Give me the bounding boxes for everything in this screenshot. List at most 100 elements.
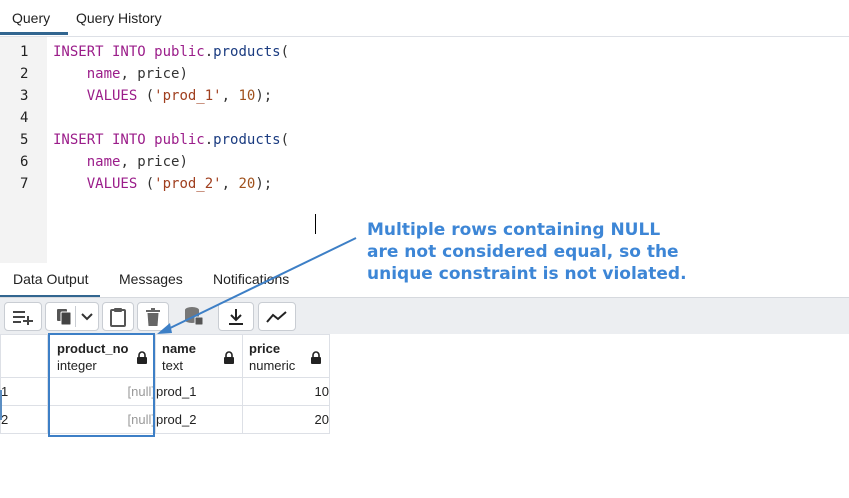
cell-price[interactable]: 20 <box>242 405 330 434</box>
result-table: product_no integer name text price numer… <box>0 334 330 434</box>
panel-edge-marker <box>0 390 2 420</box>
code-token: . <box>204 44 214 60</box>
graph-visualiser-button[interactable] <box>258 302 296 331</box>
query-tabs-bar: Query Query History <box>0 0 849 37</box>
column-type: text <box>162 358 183 373</box>
column-header-name[interactable]: name text <box>155 334 243 378</box>
line-number: 5 <box>20 132 29 148</box>
code-token: name <box>86 66 121 82</box>
tab-notifications[interactable]: Notifications <box>213 271 289 287</box>
cell-price[interactable]: 10 <box>242 377 330 406</box>
annotation-note: Multiple rows containing NULL are not co… <box>367 219 737 285</box>
code-token: . <box>204 132 214 148</box>
code-token: ( <box>280 132 290 148</box>
code-token: , <box>120 66 138 82</box>
code-token: 'prod_2' <box>154 176 222 192</box>
column-header-price[interactable]: price numeric <box>242 334 330 378</box>
paste-button[interactable] <box>102 302 134 331</box>
line-number: 2 <box>20 66 29 82</box>
tab-messages[interactable]: Messages <box>119 271 183 287</box>
code-text: VALUES ('prod_1', 10); <box>53 85 272 107</box>
code-token: , <box>120 154 138 170</box>
data-grid: product_no integer name text price numer… <box>0 334 849 498</box>
delete-button[interactable] <box>137 302 169 331</box>
copy-icon <box>57 308 72 325</box>
code-token: VALUES <box>86 88 138 104</box>
column-name: name <box>162 341 196 356</box>
code-token: ( <box>137 176 155 192</box>
row-number[interactable]: 2 <box>0 405 48 434</box>
column-name: product_no <box>57 341 129 356</box>
code-text: name, price) <box>53 63 188 85</box>
table-row[interactable]: 2 [null] prod_2 20 <box>0 405 330 434</box>
table-row[interactable]: 1 [null] prod_1 10 <box>0 377 330 406</box>
code-token: INSERT INTO <box>53 132 155 148</box>
code-token: , <box>221 176 239 192</box>
column-type: numeric <box>249 358 296 373</box>
graph-visualiser-icon <box>266 310 287 323</box>
code-token: VALUES <box>86 176 138 192</box>
lock-icon <box>137 351 147 364</box>
tab-query[interactable]: Query <box>0 10 69 35</box>
code-token: ) <box>179 154 188 170</box>
code-token: public <box>154 132 205 148</box>
code-token: price <box>137 66 180 82</box>
delete-icon <box>146 307 160 326</box>
cell-name[interactable]: prod_1 <box>155 377 243 406</box>
line-number: 7 <box>20 176 29 192</box>
code-token: 'prod_1' <box>154 88 222 104</box>
cell-product-no[interactable]: [null] <box>47 405 156 434</box>
column-header-product-no[interactable]: product_no integer <box>47 334 156 378</box>
code-token: 20 <box>238 176 256 192</box>
annotation-line: Multiple rows containing NULL <box>367 220 661 240</box>
annotation-line: unique constraint is not violated. <box>367 264 687 284</box>
code-token: ( <box>137 88 155 104</box>
tab-query-history[interactable]: Query History <box>76 10 162 26</box>
code-token: name <box>86 154 121 170</box>
code-text: VALUES ('prod_2', 20); <box>53 173 272 195</box>
line-number: 4 <box>20 110 29 126</box>
code-text: name, price) <box>53 151 188 173</box>
save-data-icon <box>185 306 204 325</box>
code-token: , <box>221 88 239 104</box>
code-text: INSERT INTO public.products( <box>53 41 289 63</box>
annotation-line: are not considered equal, so the <box>367 242 679 262</box>
cell-product-no[interactable]: [null] <box>47 377 156 406</box>
copy-button[interactable] <box>45 302 99 331</box>
column-type: integer <box>57 358 97 373</box>
text-cursor <box>315 214 316 234</box>
code-token: ); <box>255 176 273 192</box>
code-token: price <box>137 154 180 170</box>
add-row-icon <box>13 310 33 325</box>
code-token: products <box>213 44 281 60</box>
column-name: price <box>249 341 281 356</box>
code-token: ( <box>280 44 290 60</box>
grid-corner-cell[interactable] <box>0 334 48 378</box>
code-token: public <box>154 44 205 60</box>
download-icon <box>229 308 243 325</box>
data-output-toolbar <box>0 297 849 336</box>
dropdown-chevron-icon[interactable] <box>81 312 93 322</box>
add-row-button[interactable] <box>4 302 42 331</box>
lock-icon <box>311 351 321 364</box>
line-number: 6 <box>20 154 29 170</box>
lock-icon <box>224 351 234 364</box>
line-number: 3 <box>20 88 29 104</box>
code-token: 10 <box>238 88 256 104</box>
tab-data-output[interactable]: Data Output <box>0 271 99 298</box>
code-text: INSERT INTO public.products( <box>53 129 289 151</box>
cell-name[interactable]: prod_2 <box>155 405 243 434</box>
save-data-button[interactable] <box>176 302 212 329</box>
paste-icon <box>110 307 126 327</box>
code-token: ) <box>179 66 188 82</box>
code-token: products <box>213 132 281 148</box>
code-token: ); <box>255 88 273 104</box>
line-number: 1 <box>20 44 29 60</box>
row-number[interactable]: 1 <box>0 377 48 406</box>
download-button[interactable] <box>218 302 254 331</box>
code-token: INSERT INTO <box>53 44 155 60</box>
